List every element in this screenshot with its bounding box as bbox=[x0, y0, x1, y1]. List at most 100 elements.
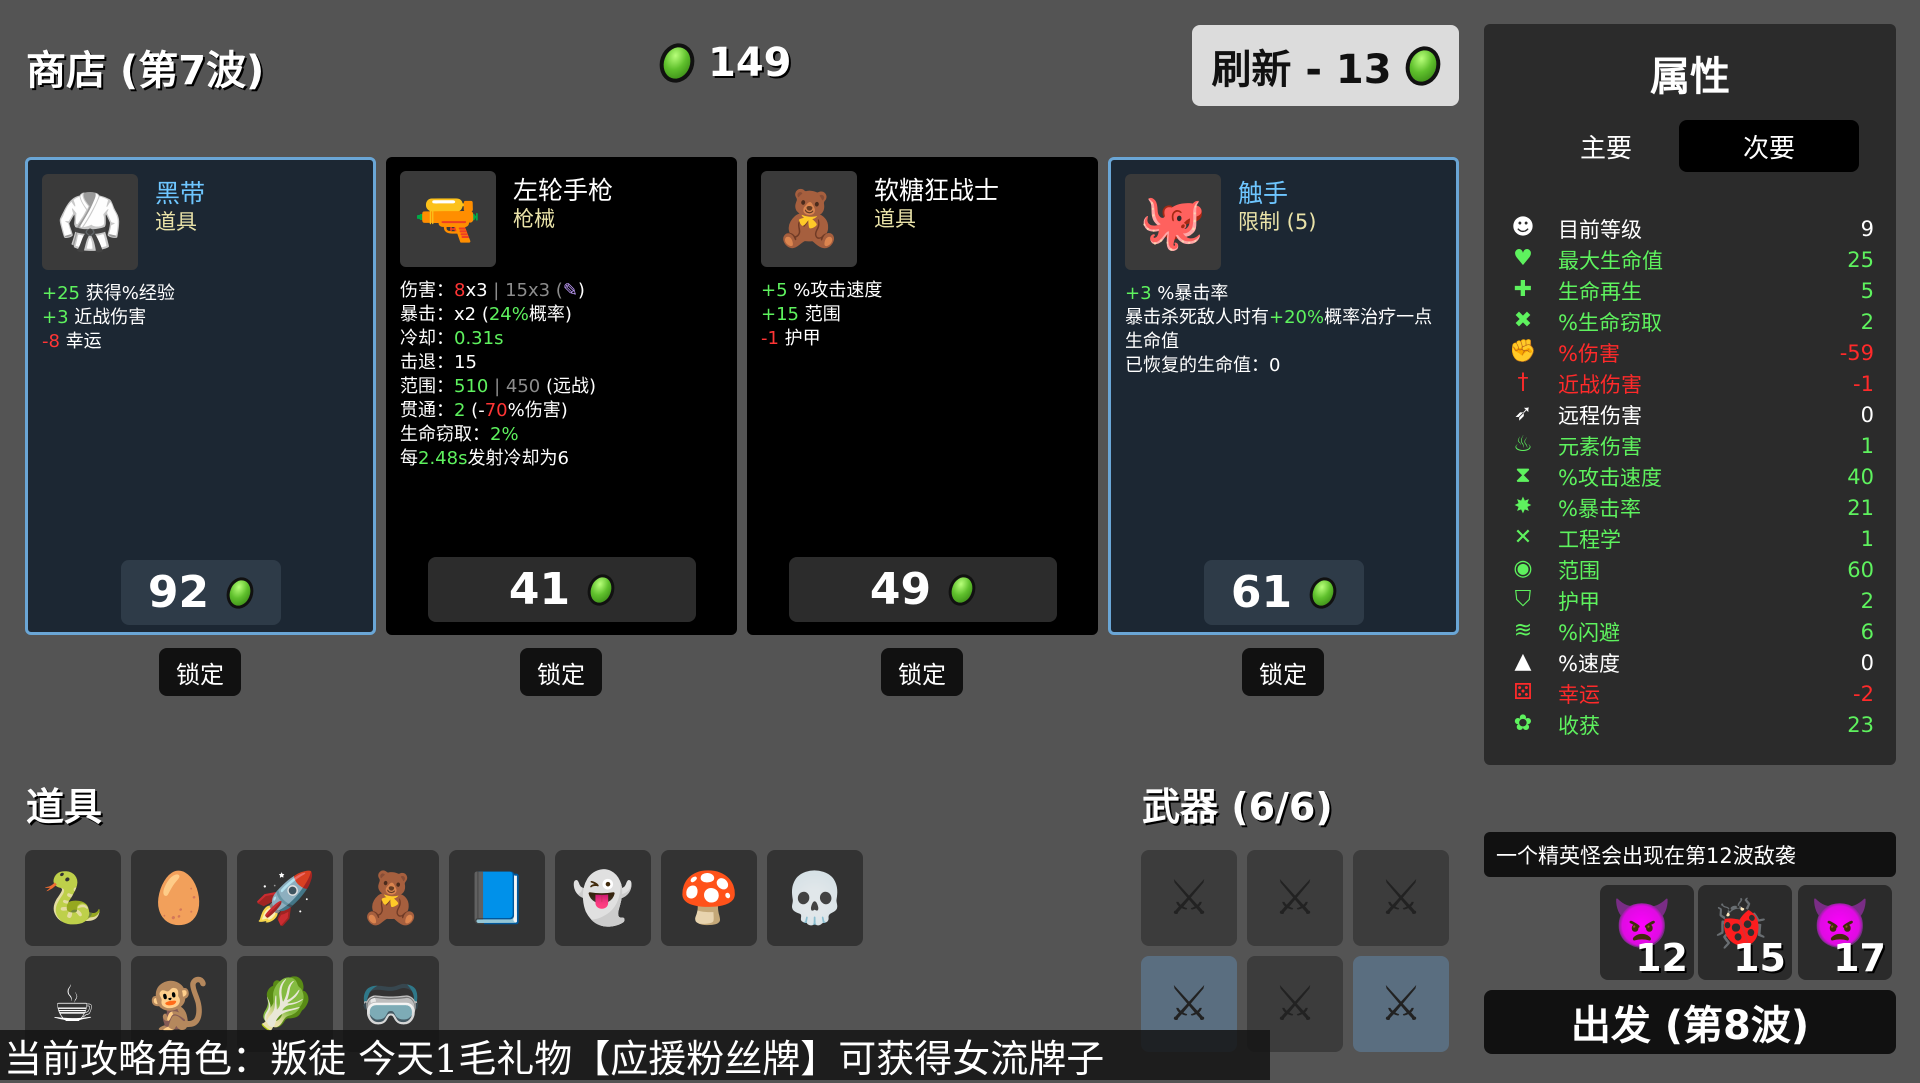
attribute-icon: ✚ bbox=[1513, 277, 1533, 302]
attribute-label: 护甲 bbox=[1558, 590, 1600, 614]
material-icon bbox=[654, 38, 700, 88]
attribute-icon: ◉ bbox=[1513, 556, 1533, 581]
go-button[interactable]: 出发 (第8波) bbox=[1484, 990, 1896, 1054]
attribute-row[interactable]: ✚ 生命再生 5 bbox=[1508, 276, 1874, 306]
buy-button[interactable]: 49 bbox=[788, 557, 1057, 622]
elite-enemy-card[interactable]: 🐞 15 bbox=[1698, 885, 1792, 980]
card-name: 触手 bbox=[1238, 179, 1289, 208]
stat-line: 已恢复的生命值：0 bbox=[1125, 355, 1281, 376]
attributes-title: 属性 bbox=[1650, 54, 1730, 100]
material-icon bbox=[1399, 40, 1446, 91]
buy-button[interactable]: 61 bbox=[1203, 560, 1364, 625]
attribute-label: 幸运 bbox=[1558, 683, 1600, 707]
attribute-value: 2 bbox=[1860, 310, 1874, 334]
card-type: 道具 bbox=[874, 207, 916, 231]
item-slot[interactable]: 🥚 bbox=[131, 850, 227, 946]
attribute-label: %生命窃取 bbox=[1558, 311, 1662, 335]
card-type: 道具 bbox=[155, 210, 197, 234]
black-belt-icon: 🥋 bbox=[42, 174, 138, 270]
item-slot[interactable]: 📘 bbox=[449, 850, 545, 946]
weapons-title: 武器 (6/6) bbox=[1142, 785, 1333, 829]
attribute-row[interactable]: ✸ %暴击率 21 bbox=[1508, 493, 1874, 523]
item-slot[interactable]: 🍄 bbox=[661, 850, 757, 946]
attribute-icon: ⧗ bbox=[1515, 463, 1531, 488]
attribute-value: 9 bbox=[1860, 217, 1874, 241]
attribute-row[interactable]: ♨ 元素伤害 1 bbox=[1508, 431, 1874, 461]
shop-card-gummy-berserker[interactable]: 🧸 软糖狂战士 道具 +5 %攻击速度 +15 范围 -1 护甲 49 bbox=[747, 157, 1098, 635]
weapon-slot-crossbow[interactable]: ⚔ bbox=[1247, 850, 1343, 946]
shop-card-tentacle[interactable]: 🐙 触手 限制 (5) +3 %暴击率 暴击杀死敌人时有+20%概率治疗一点生命值… bbox=[1108, 157, 1459, 635]
attribute-icon: ✊ bbox=[1509, 339, 1537, 364]
items-title: 道具 bbox=[26, 785, 103, 829]
stat-line: 贯通：2 (-70%伤害) bbox=[400, 400, 568, 421]
attribute-row[interactable]: ▲ %速度 0 bbox=[1508, 648, 1874, 678]
attribute-row[interactable]: ♥ 最大生命值 25 bbox=[1508, 245, 1874, 275]
material-icon bbox=[944, 570, 980, 609]
lock-button[interactable]: 锁定 bbox=[1242, 648, 1324, 696]
tab-secondary[interactable]: 次要 bbox=[1679, 120, 1859, 172]
attribute-row[interactable]: ✿ 收获 23 bbox=[1508, 710, 1874, 740]
material-icon bbox=[222, 573, 258, 612]
price-value: 61 bbox=[1230, 567, 1293, 618]
attribute-row[interactable]: ✊ %伤害 -59 bbox=[1508, 338, 1874, 368]
shop-card-black-belt[interactable]: 🥋 黑带 道具 +25 获得%经验 +3 近战伤害 -8 幸运 92 bbox=[25, 157, 376, 635]
elite-enemy-card[interactable]: 👿 17 bbox=[1798, 885, 1892, 980]
item-slot[interactable]: 👻 bbox=[555, 850, 651, 946]
attribute-row[interactable]: ⛉ 护甲 2 bbox=[1508, 586, 1874, 616]
attribute-row[interactable]: ➶ 远程伤害 0 bbox=[1508, 400, 1874, 430]
card-name: 黑带 bbox=[155, 179, 206, 208]
reroll-button[interactable]: 刷新 - 13 bbox=[1192, 25, 1459, 106]
attribute-row[interactable]: ☻ 目前等级 9 bbox=[1508, 214, 1874, 244]
attribute-label: %闪避 bbox=[1558, 621, 1620, 645]
attribute-value: -2 bbox=[1853, 682, 1874, 706]
attribute-row[interactable]: ≋ %闪避 6 bbox=[1508, 617, 1874, 647]
shop-card-revolver[interactable]: 🔫 左轮手枪 枪械 伤害：8x3 | 15x3 (✎) 暴击：x2 (24%概率)… bbox=[386, 157, 737, 635]
attribute-label: 工程学 bbox=[1558, 528, 1621, 552]
lock-button[interactable]: 锁定 bbox=[881, 648, 963, 696]
stat-line: 范围：510 | 450 (远战) bbox=[400, 376, 597, 397]
attribute-value: 2 bbox=[1860, 589, 1874, 613]
material-icon bbox=[1305, 573, 1341, 612]
attribute-row[interactable]: † 近战伤害 -1 bbox=[1508, 369, 1875, 399]
card-type: 限制 (5) bbox=[1238, 210, 1317, 234]
weapon-slot-crossbow[interactable]: ⚔ bbox=[1353, 850, 1449, 946]
stat-line: +25 获得%经验 bbox=[42, 283, 175, 304]
attribute-label: 生命再生 bbox=[1558, 280, 1642, 304]
attribute-value: 23 bbox=[1847, 713, 1874, 737]
attribute-row[interactable]: ✖ %生命窃取 2 bbox=[1508, 307, 1874, 337]
stat-line: 伤害：8x3 | 15x3 (✎) bbox=[400, 280, 585, 301]
attribute-icon: ▲ bbox=[1514, 649, 1532, 674]
attribute-value: 1 bbox=[1860, 527, 1874, 551]
attribute-icon: † bbox=[1517, 370, 1529, 395]
weapon-slot-crossbow[interactable]: ⚔ bbox=[1141, 850, 1237, 946]
item-slot[interactable]: 🚀 bbox=[237, 850, 333, 946]
attribute-value: 0 bbox=[1860, 651, 1874, 675]
elite-notice: 一个精英怪会出现在第12波敌袭 bbox=[1484, 832, 1896, 877]
item-slot[interactable]: 🐍 bbox=[25, 850, 121, 946]
attribute-row[interactable]: ◉ 范围 60 bbox=[1508, 555, 1874, 585]
attribute-row[interactable]: ⧗ %攻击速度 40 bbox=[1508, 462, 1874, 492]
price-value: 41 bbox=[508, 564, 571, 615]
stat-line: 暴击：x2 (24%概率) bbox=[400, 304, 572, 325]
weapon-slot-crossbow[interactable]: ⚔ bbox=[1353, 956, 1449, 1052]
attribute-row[interactable]: ✕ 工程学 1 bbox=[1508, 524, 1874, 554]
attribute-value: -59 bbox=[1839, 341, 1874, 365]
gummy-berserker-icon: 🧸 bbox=[761, 171, 857, 267]
attribute-value: 5 bbox=[1860, 279, 1874, 303]
buy-button[interactable]: 41 bbox=[427, 557, 696, 622]
buy-button[interactable]: 92 bbox=[120, 560, 281, 625]
attribute-icon: ⛉ bbox=[1514, 587, 1532, 612]
card-name: 软糖狂战士 bbox=[874, 176, 1000, 205]
tab-primary[interactable]: 主要 bbox=[1516, 120, 1696, 172]
item-slot[interactable]: 💀 bbox=[767, 850, 863, 946]
lock-button[interactable]: 锁定 bbox=[159, 648, 241, 696]
attribute-value: -1 bbox=[1853, 372, 1874, 396]
attribute-row[interactable]: ⚄ 幸运 -2 bbox=[1508, 679, 1874, 709]
elite-wave-number: 17 bbox=[1833, 936, 1886, 980]
attribute-value: 40 bbox=[1847, 465, 1874, 489]
card-stats: 伤害：8x3 | 15x3 (✎) 暴击：x2 (24%概率) 冷却：0.31s 击退… bbox=[400, 279, 727, 471]
item-slot[interactable]: 🧸 bbox=[343, 850, 439, 946]
lock-button[interactable]: 锁定 bbox=[520, 648, 602, 696]
attribute-label: 远程伤害 bbox=[1558, 404, 1642, 428]
elite-enemy-card[interactable]: 👿 12 bbox=[1600, 885, 1694, 980]
